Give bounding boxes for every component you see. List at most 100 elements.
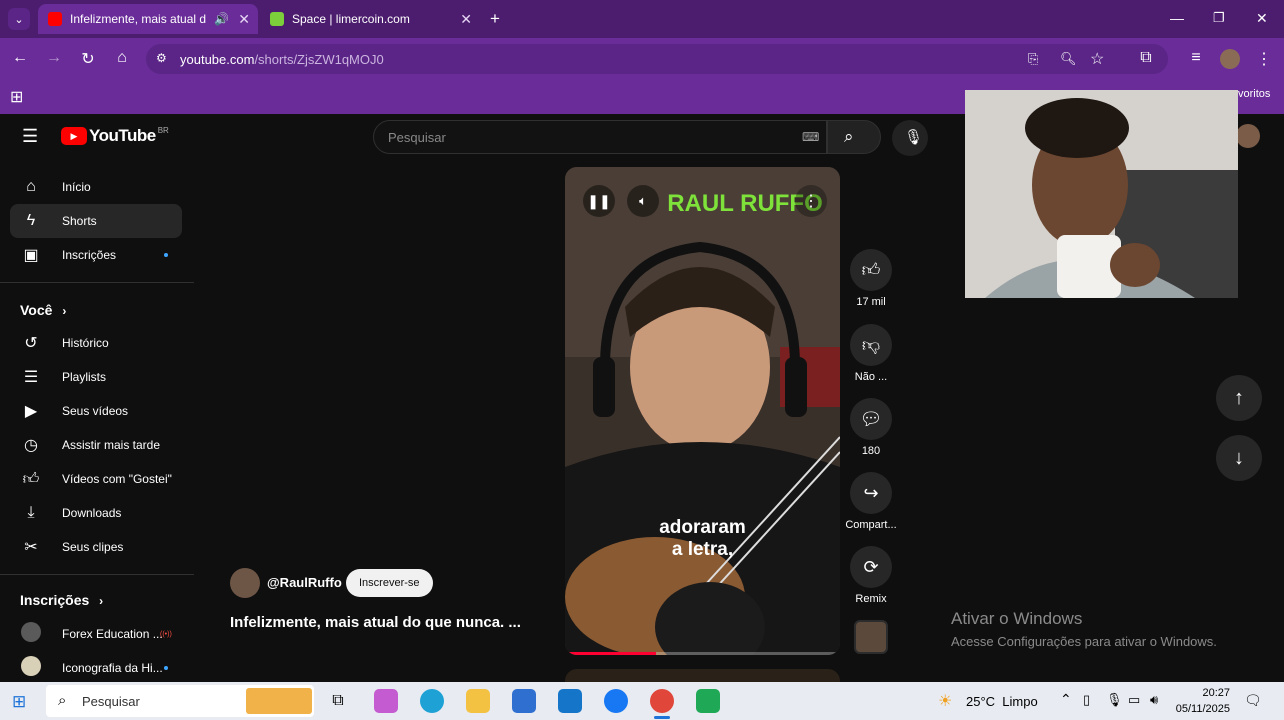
- subscribe-button[interactable]: Inscrever-se: [346, 569, 433, 597]
- next-short-preview[interactable]: [565, 669, 840, 682]
- site-info-icon[interactable]: ⚙: [156, 51, 167, 65]
- dislike-button[interactable]: 👎︎: [850, 324, 892, 366]
- task-view-icon[interactable]: ⧉: [326, 689, 350, 713]
- sidebar-item-videos-gostei[interactable]: 👍︎ Vídeos com "Gostei": [10, 462, 182, 496]
- close-window-icon[interactable]: ✕: [1256, 10, 1268, 27]
- home-button-icon[interactable]: ⌂: [112, 49, 132, 67]
- sidebar-heading-inscricoes[interactable]: Inscrições ›: [20, 592, 103, 608]
- progress-track[interactable]: [565, 652, 840, 655]
- like-count: 17 mil: [856, 296, 886, 308]
- windows-start-icon[interactable]: ⊞: [12, 692, 26, 712]
- tray-chevron-icon[interactable]: ⌃: [1060, 691, 1072, 708]
- address-bar[interactable]: ⚙ youtube.com/shorts/ZjsZW1qMOJ0 ⎘ 🔍︎ ☆: [146, 44, 1168, 74]
- bookmarks-folder-label[interactable]: voritos: [1238, 88, 1270, 100]
- close-tab-icon[interactable]: ✕: [460, 11, 472, 28]
- sidebar-heading-voce[interactable]: Você ›: [20, 302, 66, 318]
- whatsapp-icon[interactable]: [696, 689, 720, 713]
- clock-date[interactable]: 05/11/2025: [1170, 703, 1230, 715]
- voice-search-button[interactable]: 🎙︎: [892, 120, 928, 156]
- sidebar-item-label: Vídeos com "Gostei": [62, 472, 172, 486]
- restore-icon[interactable]: ❐: [1213, 10, 1225, 26]
- sound-thumbnail[interactable]: [854, 620, 888, 654]
- weather-text[interactable]: 25°C Limpo: [966, 694, 1038, 709]
- like-button[interactable]: 👍︎: [850, 249, 892, 291]
- volume-button[interactable]: 🔈︎: [627, 185, 659, 217]
- short-video-player[interactable]: RAUL RUFFO adoraram a letra, ❚❚ 🔈︎ ⋮: [565, 167, 840, 655]
- chrome-icon[interactable]: [650, 689, 674, 713]
- channel-avatar: [20, 655, 42, 681]
- tab-youtube[interactable]: Infelizmente, mais atual do 🔊 ✕: [38, 4, 258, 34]
- speaker-icon[interactable]: 🔊: [214, 12, 229, 26]
- more-options-icon[interactable]: ⋮: [795, 185, 827, 217]
- search-input[interactable]: Pesquisar ⌨: [373, 120, 827, 154]
- tab-search-button[interactable]: ⌄: [8, 8, 30, 30]
- media-control-icon[interactable]: ≡: [1186, 49, 1206, 67]
- subscription-item[interactable]: Iconografia da Hi...: [10, 651, 182, 685]
- weather-icon[interactable]: ☀: [938, 691, 952, 711]
- close-tab-icon[interactable]: ✕: [238, 11, 250, 28]
- account-avatar[interactable]: [1236, 124, 1260, 148]
- caption-text: adoraram a letra,: [659, 517, 746, 560]
- sidebar-item-playlists[interactable]: ☰ Playlists: [10, 360, 182, 394]
- previous-short-button[interactable]: ↑: [1216, 375, 1262, 421]
- subscriptions-icon: ▣: [23, 247, 39, 264]
- sidebar-item-seus-videos[interactable]: ▶ Seus vídeos: [10, 394, 182, 428]
- subscription-item[interactable]: Forex Education ... ((•)): [10, 617, 182, 651]
- live-indicator: ((•)): [160, 631, 172, 638]
- edge-icon[interactable]: [420, 689, 444, 713]
- taskbar-search[interactable]: ⌕ Pesquisar: [46, 685, 314, 717]
- sidebar-divider: [0, 574, 194, 575]
- file-explorer-icon[interactable]: [466, 689, 490, 713]
- back-icon[interactable]: ←: [10, 49, 30, 67]
- tray-app-icon[interactable]: ▯: [1083, 692, 1090, 708]
- sidebar-item-historico[interactable]: ↺ Histórico: [10, 326, 182, 360]
- menu-icon[interactable]: ⋮: [1254, 49, 1274, 69]
- sidebar-item-inscricoes[interactable]: ▣ Inscrições: [10, 238, 182, 272]
- activation-title: Ativar o Windows: [951, 609, 1083, 628]
- store-icon[interactable]: [512, 689, 536, 713]
- outlook-icon[interactable]: [558, 689, 582, 713]
- taskbar-search-label: Pesquisar: [82, 694, 140, 709]
- your-videos-icon: ▶: [24, 403, 38, 420]
- dislike-label: Não ...: [854, 371, 888, 383]
- hamburger-menu-icon[interactable]: ☰: [22, 126, 38, 147]
- volume-icon[interactable]: 🔊︎: [1150, 692, 1158, 708]
- keyboard-icon[interactable]: ⌨: [802, 130, 819, 144]
- cast-icon[interactable]: ⎘: [1028, 51, 1038, 67]
- next-short-button[interactable]: ↓: [1216, 435, 1262, 481]
- pause-button[interactable]: ❚❚: [583, 185, 615, 217]
- facebook-icon[interactable]: [604, 689, 628, 713]
- browser-tab-strip: ⌄ Infelizmente, mais atual do 🔊 ✕ Space …: [0, 0, 1284, 38]
- youtube-logo[interactable]: ▶ YouTube BR: [61, 126, 169, 146]
- copilot-icon[interactable]: [374, 689, 398, 713]
- share-button[interactable]: ↪: [850, 472, 892, 514]
- clock-time[interactable]: 20:27: [1174, 687, 1230, 699]
- reload-icon[interactable]: ↻: [78, 49, 98, 69]
- sidebar-item-seus-clipes[interactable]: ✂ Seus clipes: [10, 530, 182, 564]
- sidebar-item-shorts[interactable]: ϟ Shorts: [10, 204, 182, 238]
- new-tab-button[interactable]: +: [490, 9, 500, 29]
- network-icon[interactable]: ▭: [1128, 692, 1140, 708]
- bookmark-star-icon[interactable]: ☆: [1090, 49, 1104, 69]
- zoom-icon[interactable]: 🔍︎: [1060, 51, 1077, 67]
- forward-icon[interactable]: →: [44, 49, 64, 67]
- channel-name[interactable]: @RaulRuffo: [267, 575, 342, 590]
- notifications-icon[interactable]: 🗨︎: [1244, 692, 1262, 709]
- url-text[interactable]: youtube.com/shorts/ZjsZW1qMOJ0: [180, 52, 384, 67]
- search-button[interactable]: ⌕: [827, 120, 881, 154]
- mic-tray-icon[interactable]: 🎙︎: [1106, 692, 1123, 708]
- short-title[interactable]: Infelizmente, mais atual do que nunca. .…: [230, 614, 521, 631]
- sidebar-item-inicio[interactable]: ⌂ Início: [10, 170, 182, 204]
- remix-button[interactable]: ⟳: [850, 546, 892, 588]
- profile-avatar[interactable]: [1220, 49, 1240, 69]
- extensions-icon[interactable]: ⧉: [1136, 49, 1156, 67]
- sidebar-item-assistir-mais-tarde[interactable]: ◷ Assistir mais tarde: [10, 428, 182, 462]
- channel-avatar[interactable]: [230, 568, 260, 598]
- comments-button[interactable]: 💬︎: [850, 398, 892, 440]
- webcam-feed: [965, 90, 1238, 298]
- sidebar-item-downloads[interactable]: ⤓ Downloads: [10, 496, 182, 530]
- apps-grid-icon[interactable]: ⊞: [10, 87, 23, 107]
- tab-limercoin[interactable]: Space | limercoin.com ✕: [260, 4, 480, 34]
- minimize-icon[interactable]: —: [1170, 10, 1184, 26]
- microphone-icon: 🎙︎: [904, 129, 924, 146]
